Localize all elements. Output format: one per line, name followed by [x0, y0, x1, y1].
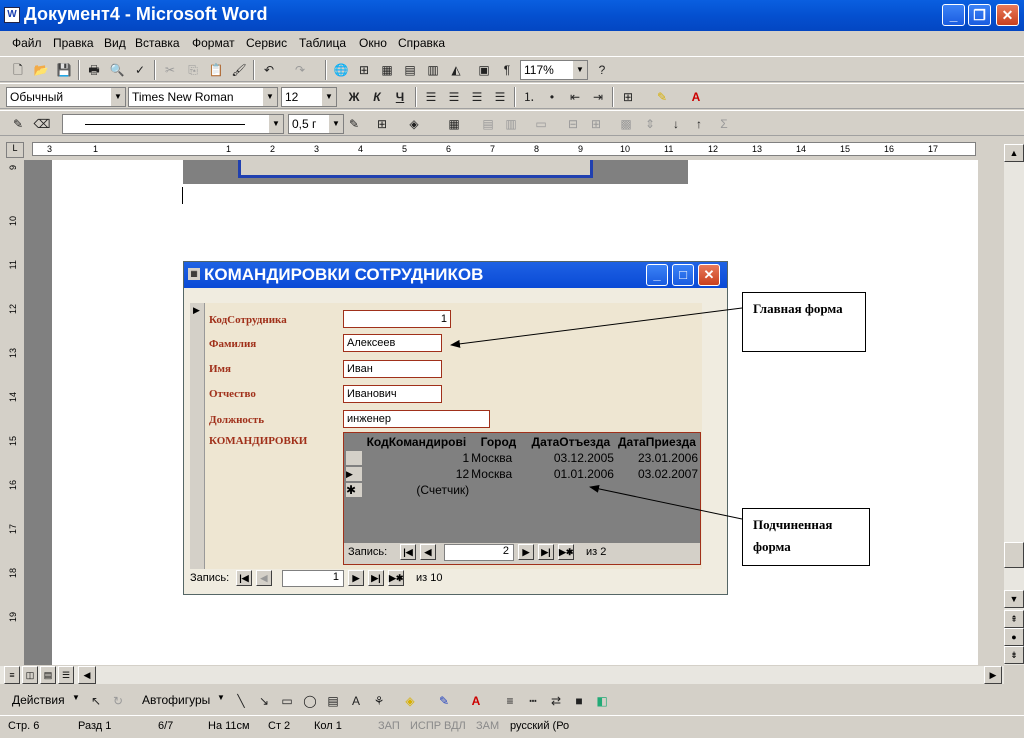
- status-line: Ст 2: [268, 720, 291, 732]
- status-at: На 11см: [208, 720, 250, 732]
- scroll-left-icon[interactable]: ◀: [78, 666, 96, 684]
- line-tool-icon[interactable]: ╲: [231, 691, 251, 711]
- horizontal-scrollbar[interactable]: ≡ ◫ ▤ ☰ ◀ ▶: [0, 666, 1004, 684]
- line-color-icon[interactable]: ✎: [434, 691, 454, 711]
- font-color-icon-2[interactable]: A: [466, 691, 486, 711]
- textbox-icon[interactable]: ▤: [323, 691, 343, 711]
- status-overtype[interactable]: ЗАМ: [476, 720, 499, 732]
- clipart-icon[interactable]: ⚘: [369, 691, 389, 711]
- arrow-tool-icon[interactable]: ↘: [254, 691, 274, 711]
- rectangle-tool-icon[interactable]: ▭: [277, 691, 297, 711]
- normal-view-icon[interactable]: ≡: [4, 666, 20, 684]
- fill-color-icon[interactable]: ◈: [400, 691, 420, 711]
- shadow-icon[interactable]: ■: [569, 691, 589, 711]
- status-extend[interactable]: ВДЛ: [444, 720, 466, 732]
- outline-view-icon[interactable]: ☰: [58, 666, 74, 684]
- scroll-down-icon[interactable]: ▼: [1004, 590, 1024, 608]
- callout-arrows: [450, 307, 743, 520]
- oval-tool-icon[interactable]: ◯: [300, 691, 320, 711]
- status-track[interactable]: ИСПР: [410, 720, 441, 732]
- status-pages: 6/7: [158, 720, 174, 732]
- browse-object-icon[interactable]: ●: [1004, 628, 1024, 646]
- status-language: русский (Ро: [510, 720, 570, 732]
- actions-menu[interactable]: Действия: [12, 693, 65, 707]
- 3d-icon[interactable]: ◧: [592, 691, 612, 711]
- next-page-icon[interactable]: ⇟: [1004, 646, 1024, 664]
- scroll-right-icon[interactable]: ▶: [984, 666, 1002, 684]
- dash-style-icon[interactable]: ┅: [523, 691, 543, 711]
- print-layout-icon[interactable]: ▤: [40, 666, 56, 684]
- status-record[interactable]: ЗАП: [378, 720, 400, 732]
- web-view-icon[interactable]: ◫: [22, 666, 38, 684]
- scroll-thumb[interactable]: [1004, 542, 1024, 568]
- select-objects-icon[interactable]: ↖: [86, 691, 106, 711]
- drawing-toolbar: Действия ▼ ↖ ↻ Автофигуры ▼ ╲ ↘ ▭ ◯ ▤ A …: [0, 688, 1024, 714]
- status-column: Кол 1: [314, 720, 342, 732]
- status-section: Разд 1: [78, 720, 112, 732]
- scroll-up-icon[interactable]: ▲: [1004, 144, 1024, 162]
- autoshapes-menu[interactable]: Автофигуры: [142, 693, 210, 707]
- arrow-style-icon[interactable]: ⇄: [546, 691, 566, 711]
- status-bar: Стр. 6 Разд 1 6/7 На 11см Ст 2 Кол 1 ЗАП…: [0, 715, 1024, 738]
- status-page: Стр. 6: [8, 720, 40, 732]
- vertical-scrollbar[interactable]: ▲ ▼ ⇞ ● ⇟: [1004, 144, 1024, 665]
- line-style-icon[interactable]: ≡: [500, 691, 520, 711]
- wordart-icon[interactable]: A: [346, 691, 366, 711]
- prev-page-icon[interactable]: ⇞: [1004, 610, 1024, 628]
- rotate-icon[interactable]: ↻: [108, 691, 128, 711]
